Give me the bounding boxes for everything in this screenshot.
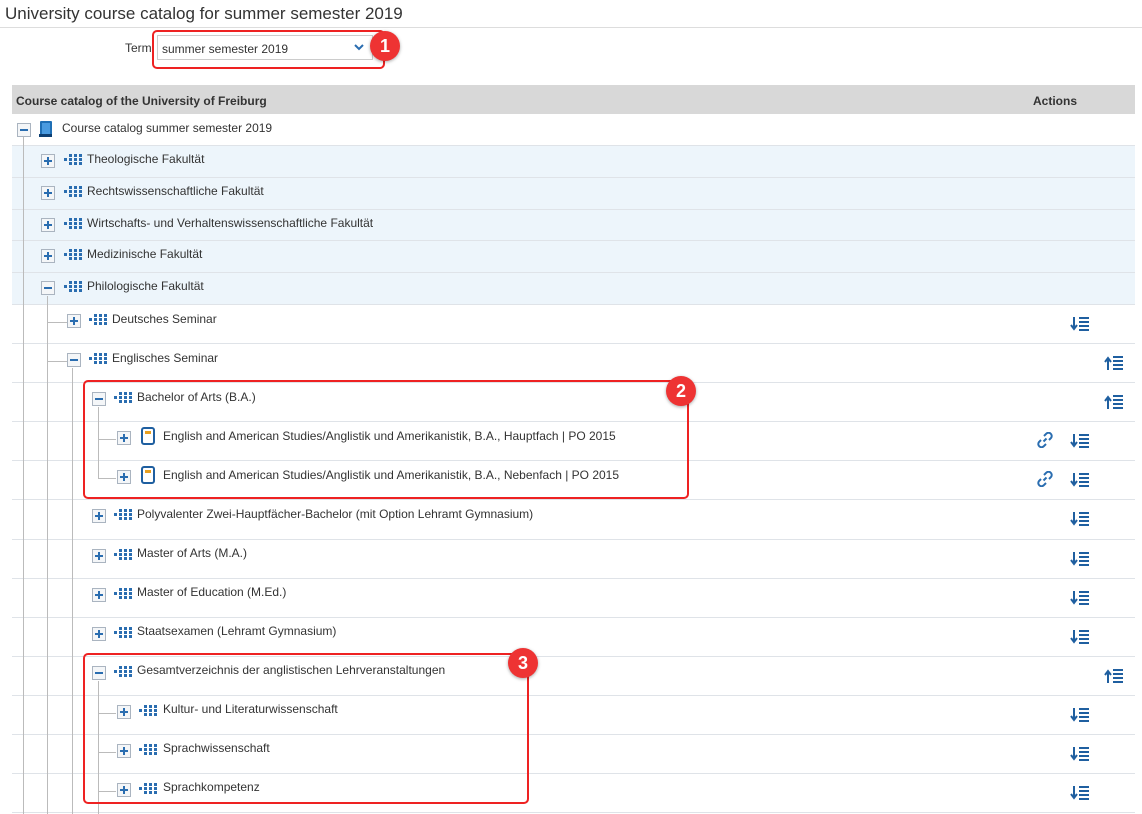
plus-icon [95,512,103,520]
callout-badge: 1 [370,31,400,61]
org-unit-icon [64,154,84,166]
callout-badge: 3 [508,648,538,678]
tree-node-label[interactable]: Wirtschafts- und Verhaltenswissenschaftl… [87,216,373,230]
expand-toggle[interactable] [92,588,106,602]
plus-icon [95,552,103,560]
org-unit-icon [64,281,84,293]
expand-sort-icon[interactable] [1070,707,1090,723]
tree-node-label[interactable]: Master of Education (M.Ed.) [137,585,286,599]
table-header: Course catalog of the University of Frei… [12,85,1135,114]
link-icon[interactable] [1037,471,1053,487]
expand-toggle[interactable] [41,249,55,263]
collapse-sort-icon[interactable] [1104,394,1124,410]
org-unit-icon [64,249,84,261]
org-unit-icon [89,353,109,365]
collapse-toggle[interactable] [67,353,81,367]
org-unit-icon [114,627,134,639]
expand-sort-icon[interactable] [1070,785,1090,801]
tree-node-label[interactable]: Philologische Fakultät [87,279,204,293]
tree-row-faculty: Wirtschafts- und Verhaltenswissenschaftl… [12,210,1135,241]
tree-connector [72,368,73,814]
expand-toggle[interactable] [41,154,55,168]
expand-sort-icon[interactable] [1070,629,1090,645]
tree-row-seminar: Englisches Seminar [12,344,1135,383]
expand-sort-icon[interactable] [1070,590,1090,606]
collapse-toggle[interactable] [41,281,55,295]
catalog-book-icon [39,120,53,138]
tree-node-label[interactable]: Englisches Seminar [112,351,218,365]
tree-connector [47,361,67,362]
minus-icon [44,284,52,292]
plus-icon [44,189,52,197]
plus-icon [95,591,103,599]
tree-row-faculty: Theologische Fakultät [12,146,1135,178]
expand-sort-icon[interactable] [1070,472,1090,488]
title-divider [0,27,1142,28]
plus-icon [95,630,103,638]
expand-sort-icon[interactable] [1070,551,1090,567]
tree-node-label[interactable]: Course catalog summer semester 2019 [62,121,272,135]
expand-toggle[interactable] [92,509,106,523]
column-header-catalog: Course catalog of the University of Frei… [16,94,267,108]
tree-row-degree: Master of Education (M.Ed.) [12,579,1135,618]
expand-sort-icon[interactable] [1070,746,1090,762]
tree-connector [47,322,67,323]
expand-sort-icon[interactable] [1070,433,1090,449]
collapse-sort-icon[interactable] [1104,355,1124,371]
plus-icon [44,221,52,229]
expand-toggle[interactable] [41,186,55,200]
org-unit-icon [64,186,84,198]
tree-connector [47,296,48,814]
link-icon[interactable] [1037,432,1053,448]
collapse-toggle[interactable] [17,123,31,137]
callout-box-term [152,30,385,69]
tree-node-label[interactable]: Polyvalenter Zwei-Hauptfächer-Bachelor (… [137,507,533,521]
plus-icon [44,252,52,260]
expand-toggle[interactable] [41,218,55,232]
tree-row-degree: Polyvalenter Zwei-Hauptfächer-Bachelor (… [12,500,1135,540]
plus-icon [44,157,52,165]
tree-row-degree: Staatsexamen (Lehramt Gymnasium) [12,618,1135,657]
callout-box-directory [83,653,529,804]
collapse-sort-icon[interactable] [1104,668,1124,684]
page-title: University course catalog for summer sem… [5,4,403,23]
tree-connector [23,137,24,814]
minus-icon [20,126,28,134]
org-unit-icon [64,218,84,230]
column-header-actions: Actions [1033,94,1078,108]
tree-row-faculty: Philologische Fakultät [12,273,1135,305]
callout-badge: 2 [666,376,696,406]
tree-node-label[interactable]: Staatsexamen (Lehramt Gymnasium) [137,624,336,638]
tree-node-label[interactable]: Medizinische Fakultät [87,247,202,261]
tree-row-seminar: Deutsches Seminar [12,305,1135,344]
tree-row-faculty: Medizinische Fakultät [12,241,1135,273]
plus-icon [70,317,78,325]
expand-sort-icon[interactable] [1070,316,1090,332]
org-unit-icon [89,314,109,326]
org-unit-icon [114,549,134,561]
expand-toggle[interactable] [92,549,106,563]
expand-toggle[interactable] [92,627,106,641]
tree-node-label[interactable]: Rechtswissenschaftliche Fakultät [87,184,264,198]
tree-row-faculty: Rechtswissenschaftliche Fakultät [12,178,1135,210]
tree-node-label[interactable]: Deutsches Seminar [112,312,217,326]
term-label: Term [125,41,152,55]
callout-box-bachelor [83,380,689,499]
expand-toggle[interactable] [67,314,81,328]
tree-node-label[interactable]: Theologische Fakultät [87,152,204,166]
org-unit-icon [114,588,134,600]
tree-row-root: Course catalog summer semester 2019 [12,114,1135,146]
tree-node-label[interactable]: Master of Arts (M.A.) [137,546,247,560]
tree-row-degree: Master of Arts (M.A.) [12,540,1135,579]
org-unit-icon [114,509,134,521]
expand-sort-icon[interactable] [1070,511,1090,527]
minus-icon [70,356,78,364]
